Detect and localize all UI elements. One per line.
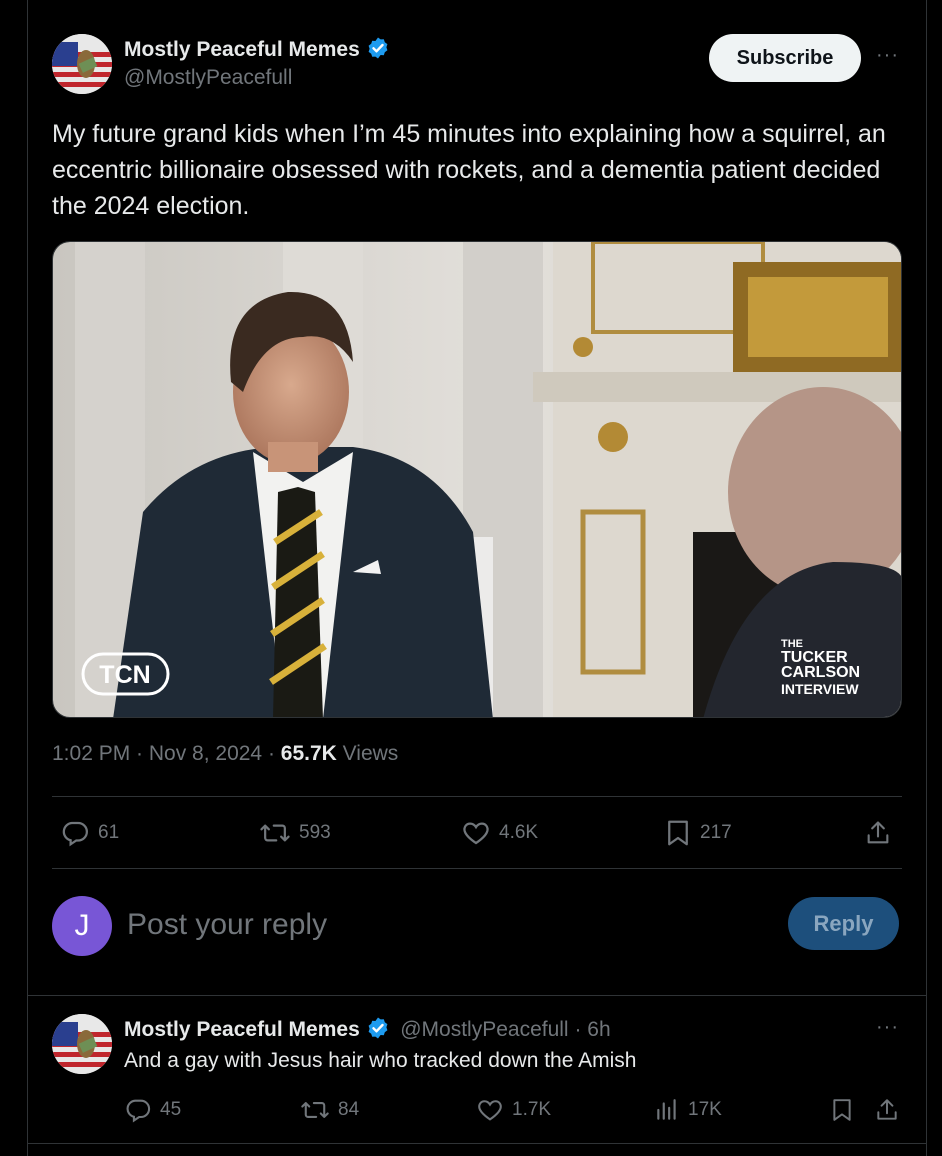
- divider: [52, 796, 902, 797]
- current-user-avatar[interactable]: J: [52, 896, 112, 956]
- reply-like-count: 1.7K: [512, 1099, 552, 1120]
- reply-author-avatar[interactable]: [52, 1014, 112, 1074]
- views-label: Views: [336, 742, 399, 765]
- reply-reply-action[interactable]: 45: [124, 1096, 181, 1124]
- reply-repost-action[interactable]: 84: [300, 1096, 359, 1124]
- heart-icon: [463, 822, 489, 845]
- like-action[interactable]: 4.6K: [461, 818, 538, 848]
- share-icon: [867, 821, 889, 844]
- bookmark-action[interactable]: 217: [664, 818, 732, 848]
- reply-author-row: Mostly Peaceful Memes @MostlyPeacefull ·…: [124, 1016, 611, 1042]
- reply-text: And a gay with Jesus hair who tracked do…: [124, 1049, 637, 1072]
- subscribe-button[interactable]: Subscribe: [709, 34, 861, 82]
- reply-share-action[interactable]: [874, 1096, 900, 1124]
- author-name[interactable]: Mostly Peaceful Memes: [124, 38, 360, 61]
- author-avatar[interactable]: [52, 34, 112, 94]
- reply-input[interactable]: [127, 904, 767, 946]
- divider: [27, 1143, 927, 1144]
- views-count: 65.7K: [280, 742, 337, 765]
- tweet-meta: 1:02 PM · Nov 8, 2024 · 65.7K Views: [52, 742, 398, 766]
- reply-more-options-icon[interactable]: ···: [876, 1016, 899, 1039]
- repost-icon: [301, 1102, 329, 1118]
- interview-logo-line-4: INTERVIEW: [781, 681, 859, 697]
- comment-icon: [126, 1099, 151, 1123]
- repost-count: 593: [299, 822, 331, 843]
- tweet-timestamp[interactable]: 1:02 PM · Nov 8, 2024 ·: [52, 742, 281, 765]
- repost-icon: [260, 824, 290, 842]
- tcn-logo: TCN: [99, 661, 150, 689]
- reply-button[interactable]: Reply: [788, 897, 899, 950]
- reply-views-action[interactable]: 17K: [654, 1096, 722, 1124]
- views-icon: [657, 1099, 676, 1120]
- tweet-media-image[interactable]: TCN THE TUCKER CARLSON INTERVIEW: [52, 241, 902, 718]
- bookmark-count: 217: [700, 822, 732, 843]
- author-row: Mostly Peaceful Memes: [124, 36, 390, 62]
- like-count: 4.6K: [499, 822, 539, 843]
- interview-logo-line-3: CARLSON: [781, 664, 860, 681]
- divider: [52, 868, 902, 869]
- reply-views-count: 17K: [688, 1099, 722, 1120]
- verified-badge-icon: [368, 1017, 388, 1039]
- more-options-icon[interactable]: ···: [876, 44, 899, 67]
- share-icon: [877, 1099, 897, 1120]
- reply-count: 61: [98, 822, 120, 843]
- divider: [27, 995, 927, 996]
- comment-icon: [62, 821, 88, 847]
- repost-action[interactable]: 593: [259, 818, 331, 848]
- reply-reply-count: 45: [160, 1099, 182, 1120]
- share-action[interactable]: [864, 818, 892, 848]
- tweet-text: My future grand kids when I’m 45 minutes…: [52, 120, 886, 220]
- reply-action[interactable]: 61: [60, 818, 119, 848]
- reply-repost-count: 84: [338, 1099, 360, 1120]
- reply-bookmark-action[interactable]: [830, 1096, 854, 1124]
- reply-author-name[interactable]: Mostly Peaceful Memes: [124, 1018, 360, 1041]
- author-handle[interactable]: @MostlyPeacefull: [124, 66, 292, 90]
- heart-icon: [478, 1100, 502, 1121]
- verified-badge-icon: [368, 37, 388, 59]
- reply-like-action[interactable]: 1.7K: [476, 1096, 551, 1124]
- bookmark-icon: [833, 1099, 851, 1121]
- bookmark-icon: [668, 820, 688, 846]
- reply-timestamp[interactable]: · 6h: [569, 1018, 610, 1041]
- reply-author-handle[interactable]: @MostlyPeacefull: [400, 1018, 568, 1041]
